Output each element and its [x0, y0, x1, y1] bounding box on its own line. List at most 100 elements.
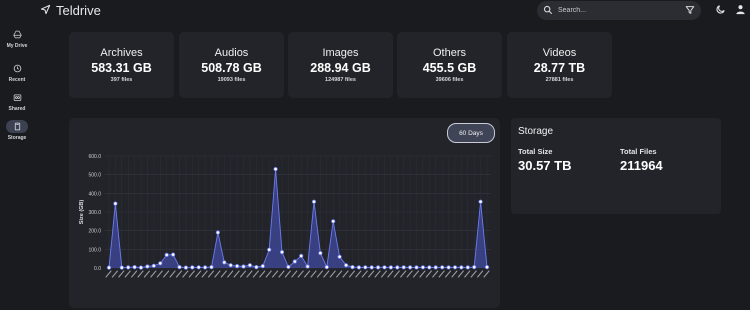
- x-tick-mark: [329, 270, 336, 278]
- shared-icon: [6, 91, 28, 104]
- data-point: [484, 265, 490, 270]
- search-input[interactable]: [558, 7, 680, 14]
- data-point: [369, 265, 374, 270]
- storage-summary-card: Storage Total Size 30.57 TB Total Files …: [511, 118, 721, 214]
- x-tick-mark: [259, 270, 266, 278]
- data-point: [209, 265, 214, 270]
- sidebar-item-my-drive[interactable]: My Drive: [2, 28, 32, 49]
- category-card-images[interactable]: Images 288.94 GB 124987 files: [288, 32, 393, 98]
- x-tick-mark: [464, 270, 471, 278]
- data-point: [138, 265, 144, 270]
- data-point: [427, 265, 432, 270]
- data-point: [235, 264, 240, 269]
- y-tick-label: 100.0: [88, 247, 101, 253]
- category-file-count: 19093 files: [217, 77, 246, 83]
- category-card-videos[interactable]: Videos 28.77 TB 27881 files: [507, 32, 612, 98]
- data-point: [305, 264, 310, 269]
- data-point: [267, 247, 272, 252]
- data-point: [228, 263, 233, 268]
- storage-title: Storage: [518, 126, 554, 137]
- data-point: [222, 260, 227, 265]
- x-tick-mark: [387, 270, 394, 278]
- x-tick-mark: [118, 270, 125, 278]
- x-tick-mark: [227, 270, 234, 278]
- data-point: [196, 265, 201, 270]
- data-point: [151, 263, 156, 268]
- data-point: [343, 263, 349, 268]
- x-tick-mark: [316, 270, 323, 278]
- x-tick-mark: [348, 270, 356, 278]
- category-size: 288.94 GB: [310, 61, 371, 75]
- x-tick-mark: [220, 270, 227, 278]
- x-tick-mark: [323, 270, 330, 278]
- y-tick-label: 600.0: [88, 154, 101, 160]
- data-point: [177, 265, 182, 270]
- x-tick-mark: [432, 270, 439, 278]
- data-point: [292, 259, 297, 264]
- data-point: [113, 201, 118, 206]
- data-point: [254, 265, 259, 270]
- x-tick-mark: [175, 270, 183, 278]
- x-tick-mark: [188, 270, 195, 278]
- sidebar-item-label: Shared: [8, 106, 26, 112]
- data-point: [119, 265, 124, 270]
- data-point: [465, 265, 470, 270]
- x-tick-mark: [272, 270, 279, 278]
- category-name: Audios: [214, 47, 249, 59]
- data-point: [478, 199, 483, 204]
- profile-button[interactable]: [733, 4, 747, 18]
- data-point: [164, 252, 169, 258]
- x-tick-mark: [105, 270, 112, 278]
- range-select-button[interactable]: 60 Days: [447, 123, 495, 143]
- x-tick-mark: [425, 270, 432, 278]
- data-point: [350, 265, 355, 270]
- theme-toggle-button[interactable]: [713, 4, 727, 18]
- category-card-audios[interactable]: Audios 508.78 GB 19093 files: [179, 32, 284, 98]
- filter-icon[interactable]: [685, 2, 695, 20]
- x-tick-mark: [156, 270, 163, 278]
- x-tick-mark: [246, 270, 253, 278]
- total-size-value: 30.57 TB: [518, 158, 572, 173]
- drive-icon: [6, 28, 28, 41]
- x-tick-mark: [265, 270, 272, 278]
- category-card-archives[interactable]: Archives 583.31 GB 397 files: [69, 32, 174, 98]
- data-point: [260, 264, 265, 269]
- data-point: [106, 265, 112, 270]
- x-tick-mark: [163, 270, 170, 278]
- sidebar-item-recent[interactable]: Recent: [2, 62, 32, 83]
- category-size: 508.78 GB: [201, 61, 262, 75]
- top-bar: Teldrive: [0, 0, 750, 24]
- y-tick-label: 400.0: [88, 191, 101, 197]
- category-file-count: 27881 files: [545, 77, 574, 83]
- data-point: [311, 199, 317, 204]
- search-bar[interactable]: [537, 1, 701, 20]
- data-point: [126, 265, 131, 270]
- data-point: [401, 265, 406, 270]
- brand[interactable]: Teldrive: [40, 3, 101, 18]
- x-tick-mark: [368, 270, 375, 278]
- x-tick-mark: [143, 270, 150, 278]
- data-point: [433, 265, 438, 270]
- x-tick-mark: [214, 270, 221, 278]
- data-point: [171, 252, 176, 257]
- category-card-others[interactable]: Others 455.5 GB 39606 files: [397, 32, 502, 98]
- x-tick-mark: [297, 270, 304, 278]
- x-tick-mark: [400, 270, 407, 278]
- x-tick-mark: [201, 270, 208, 278]
- x-tick-mark: [195, 270, 202, 278]
- sidebar-item-storage[interactable]: Storage: [2, 120, 32, 141]
- sidebar-item-label: My Drive: [6, 43, 28, 49]
- x-tick-mark: [111, 270, 118, 278]
- sidebar-item-shared[interactable]: Shared: [2, 91, 32, 112]
- x-tick-mark: [124, 270, 131, 278]
- moon-icon: [715, 2, 726, 20]
- series-line: [108, 169, 488, 269]
- storage-icon: [6, 120, 28, 133]
- data-point: [279, 250, 285, 255]
- x-tick-mark: [457, 270, 464, 278]
- x-tick-mark: [393, 270, 400, 278]
- category-size: 28.77 TB: [533, 61, 586, 75]
- data-point: [273, 166, 278, 172]
- x-tick-mark: [284, 270, 291, 278]
- y-tick-label: 200.0: [88, 229, 101, 235]
